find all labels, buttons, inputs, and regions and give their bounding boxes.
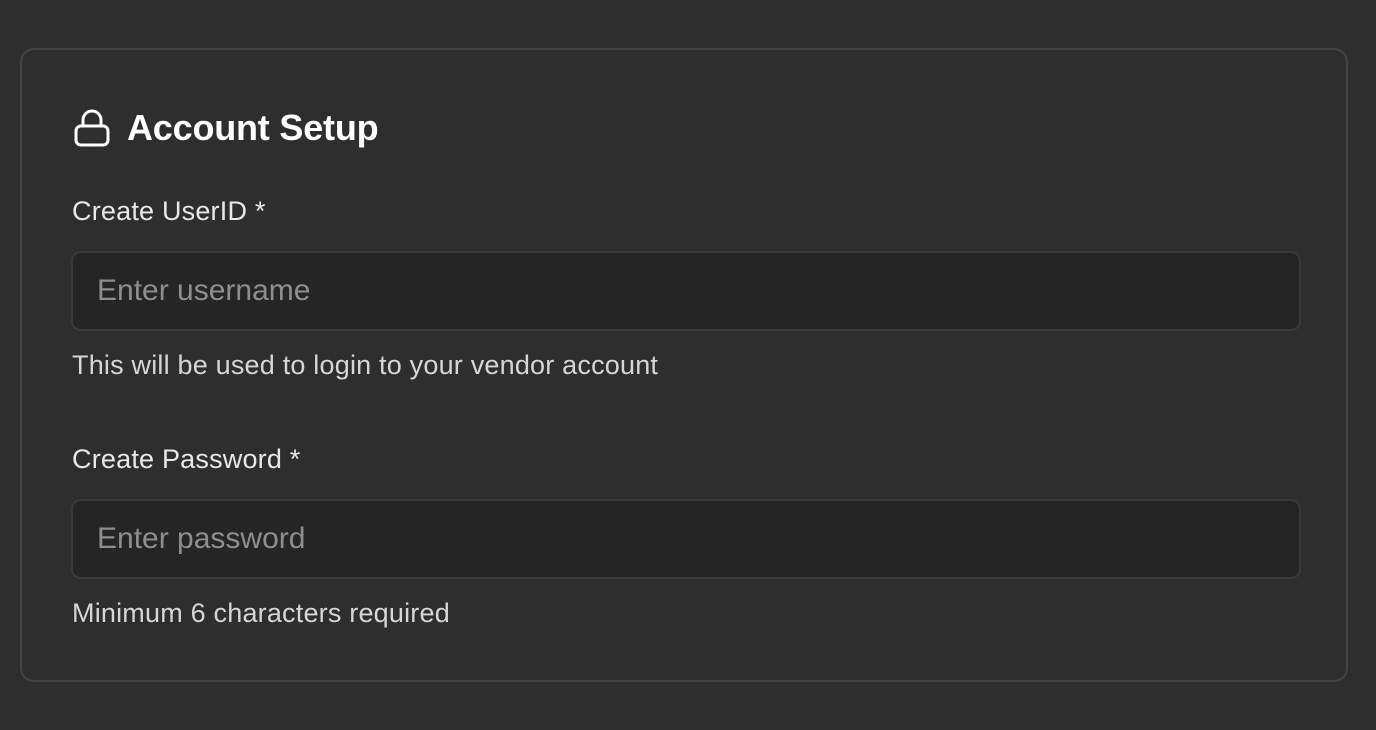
section-header: Account Setup [72,106,379,150]
password-input[interactable] [71,499,1301,579]
lock-icon [74,109,110,147]
userid-label: Create UserID * [72,196,266,226]
password-help-text: Minimum 6 characters required [72,598,450,628]
password-label: Create Password * [72,444,301,474]
userid-input[interactable] [71,251,1301,331]
userid-help-text: This will be used to login to your vendo… [72,350,659,380]
section-title: Account Setup [127,107,379,148]
account-setup-card: Account Setup Create UserID * This will … [20,48,1348,682]
